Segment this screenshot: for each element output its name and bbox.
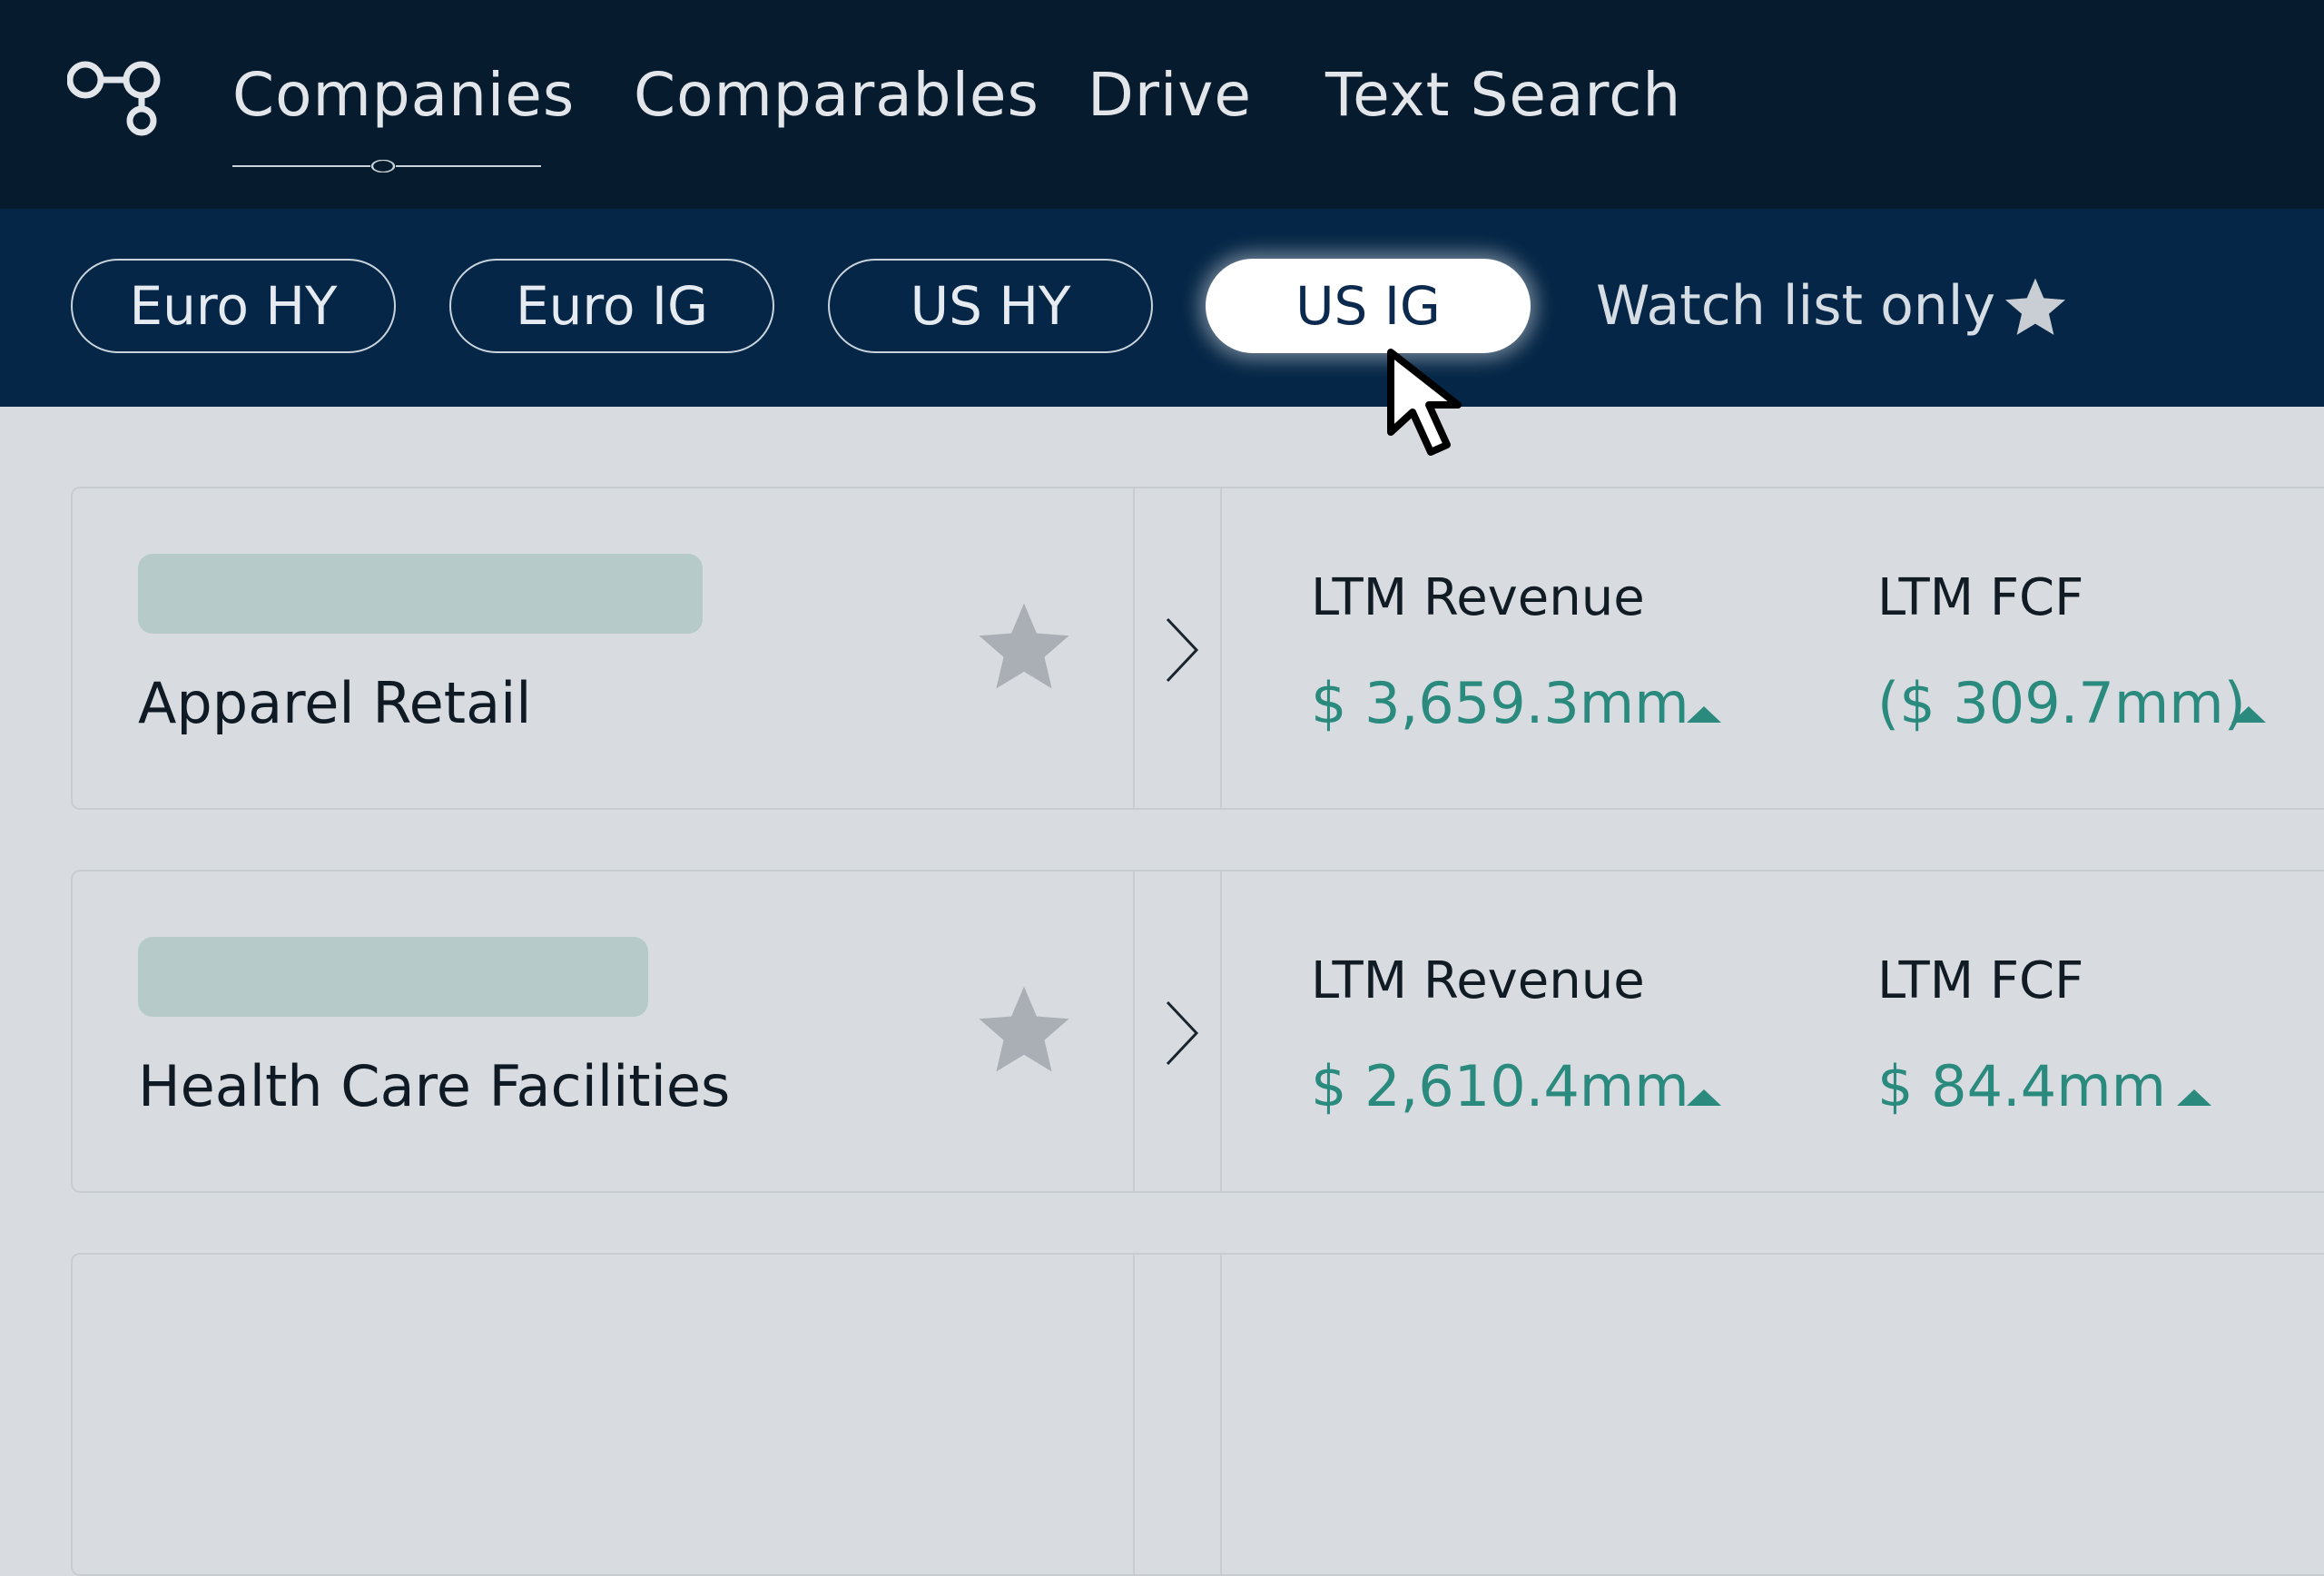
nav-item-companies[interactable]: Companies — [232, 54, 575, 136]
filter-pill-us-hy[interactable]: US HY — [828, 259, 1153, 353]
metric-label-ltm-revenue: LTM Revenue — [1311, 568, 1645, 627]
favorite-star-icon[interactable] — [975, 980, 1073, 1079]
company-card[interactable] — [71, 1253, 2324, 1576]
nav-item-drive[interactable]: Drive — [1088, 54, 1252, 136]
active-nav-indicator — [232, 160, 541, 172]
company-name-placeholder — [138, 554, 703, 634]
card-divider — [1220, 872, 1222, 1191]
filter-pill-us-ig[interactable]: US IG — [1206, 259, 1531, 353]
top-navigation: Companies Comparables Drive Text Search — [0, 0, 2324, 209]
chevron-right-icon[interactable] — [1155, 606, 1206, 694]
watch-list-toggle-label[interactable]: Watch list only — [1596, 259, 1995, 353]
trend-up-icon — [1687, 706, 1721, 723]
card-divider — [1220, 1255, 1222, 1574]
trend-up-icon — [2231, 706, 2266, 723]
trend-up-icon — [1687, 1089, 1721, 1106]
company-sector: Apparel Retail — [138, 670, 532, 736]
card-divider — [1133, 1255, 1135, 1574]
metric-value-ltm-revenue: $ 3,659.3mm — [1311, 670, 1689, 736]
company-name-placeholder — [138, 937, 648, 1017]
company-sector: Health Care Facilities — [138, 1053, 731, 1119]
filter-pill-euro-ig[interactable]: Euro IG — [449, 259, 774, 353]
favorite-star-icon[interactable] — [975, 597, 1073, 695]
trend-up-icon — [2177, 1089, 2211, 1106]
company-card[interactable]: Health Care Facilities LTM Revenue $ 2,6… — [71, 870, 2324, 1193]
company-card[interactable]: Apparel Retail LTM Revenue $ 3,659.3mm L… — [71, 487, 2324, 810]
card-divider — [1133, 872, 1135, 1191]
card-divider — [1133, 488, 1135, 808]
metric-label-ltm-fcf: LTM FCF — [1877, 951, 2084, 1010]
metric-value-ltm-revenue: $ 2,610.4mm — [1311, 1053, 1689, 1119]
metric-label-ltm-revenue: LTM Revenue — [1311, 951, 1645, 1010]
metric-label-ltm-fcf: LTM FCF — [1877, 568, 2084, 627]
filter-bar: Euro HY Euro IG US HY US IG Watch list o… — [0, 209, 2324, 407]
metric-value-ltm-fcf: $ 84.4mm — [1877, 1053, 2166, 1119]
star-icon[interactable] — [2003, 274, 2068, 340]
filter-pill-euro-hy[interactable]: Euro HY — [71, 259, 396, 353]
chevron-right-icon[interactable] — [1155, 990, 1206, 1077]
nav-item-comparables[interactable]: Comparables — [634, 54, 1039, 136]
nav-item-text-search[interactable]: Text Search — [1325, 54, 1681, 136]
metric-value-ltm-fcf: ($ 309.7mm) — [1877, 670, 2246, 736]
card-divider — [1220, 488, 1222, 808]
app-logo-icon[interactable] — [67, 53, 169, 140]
